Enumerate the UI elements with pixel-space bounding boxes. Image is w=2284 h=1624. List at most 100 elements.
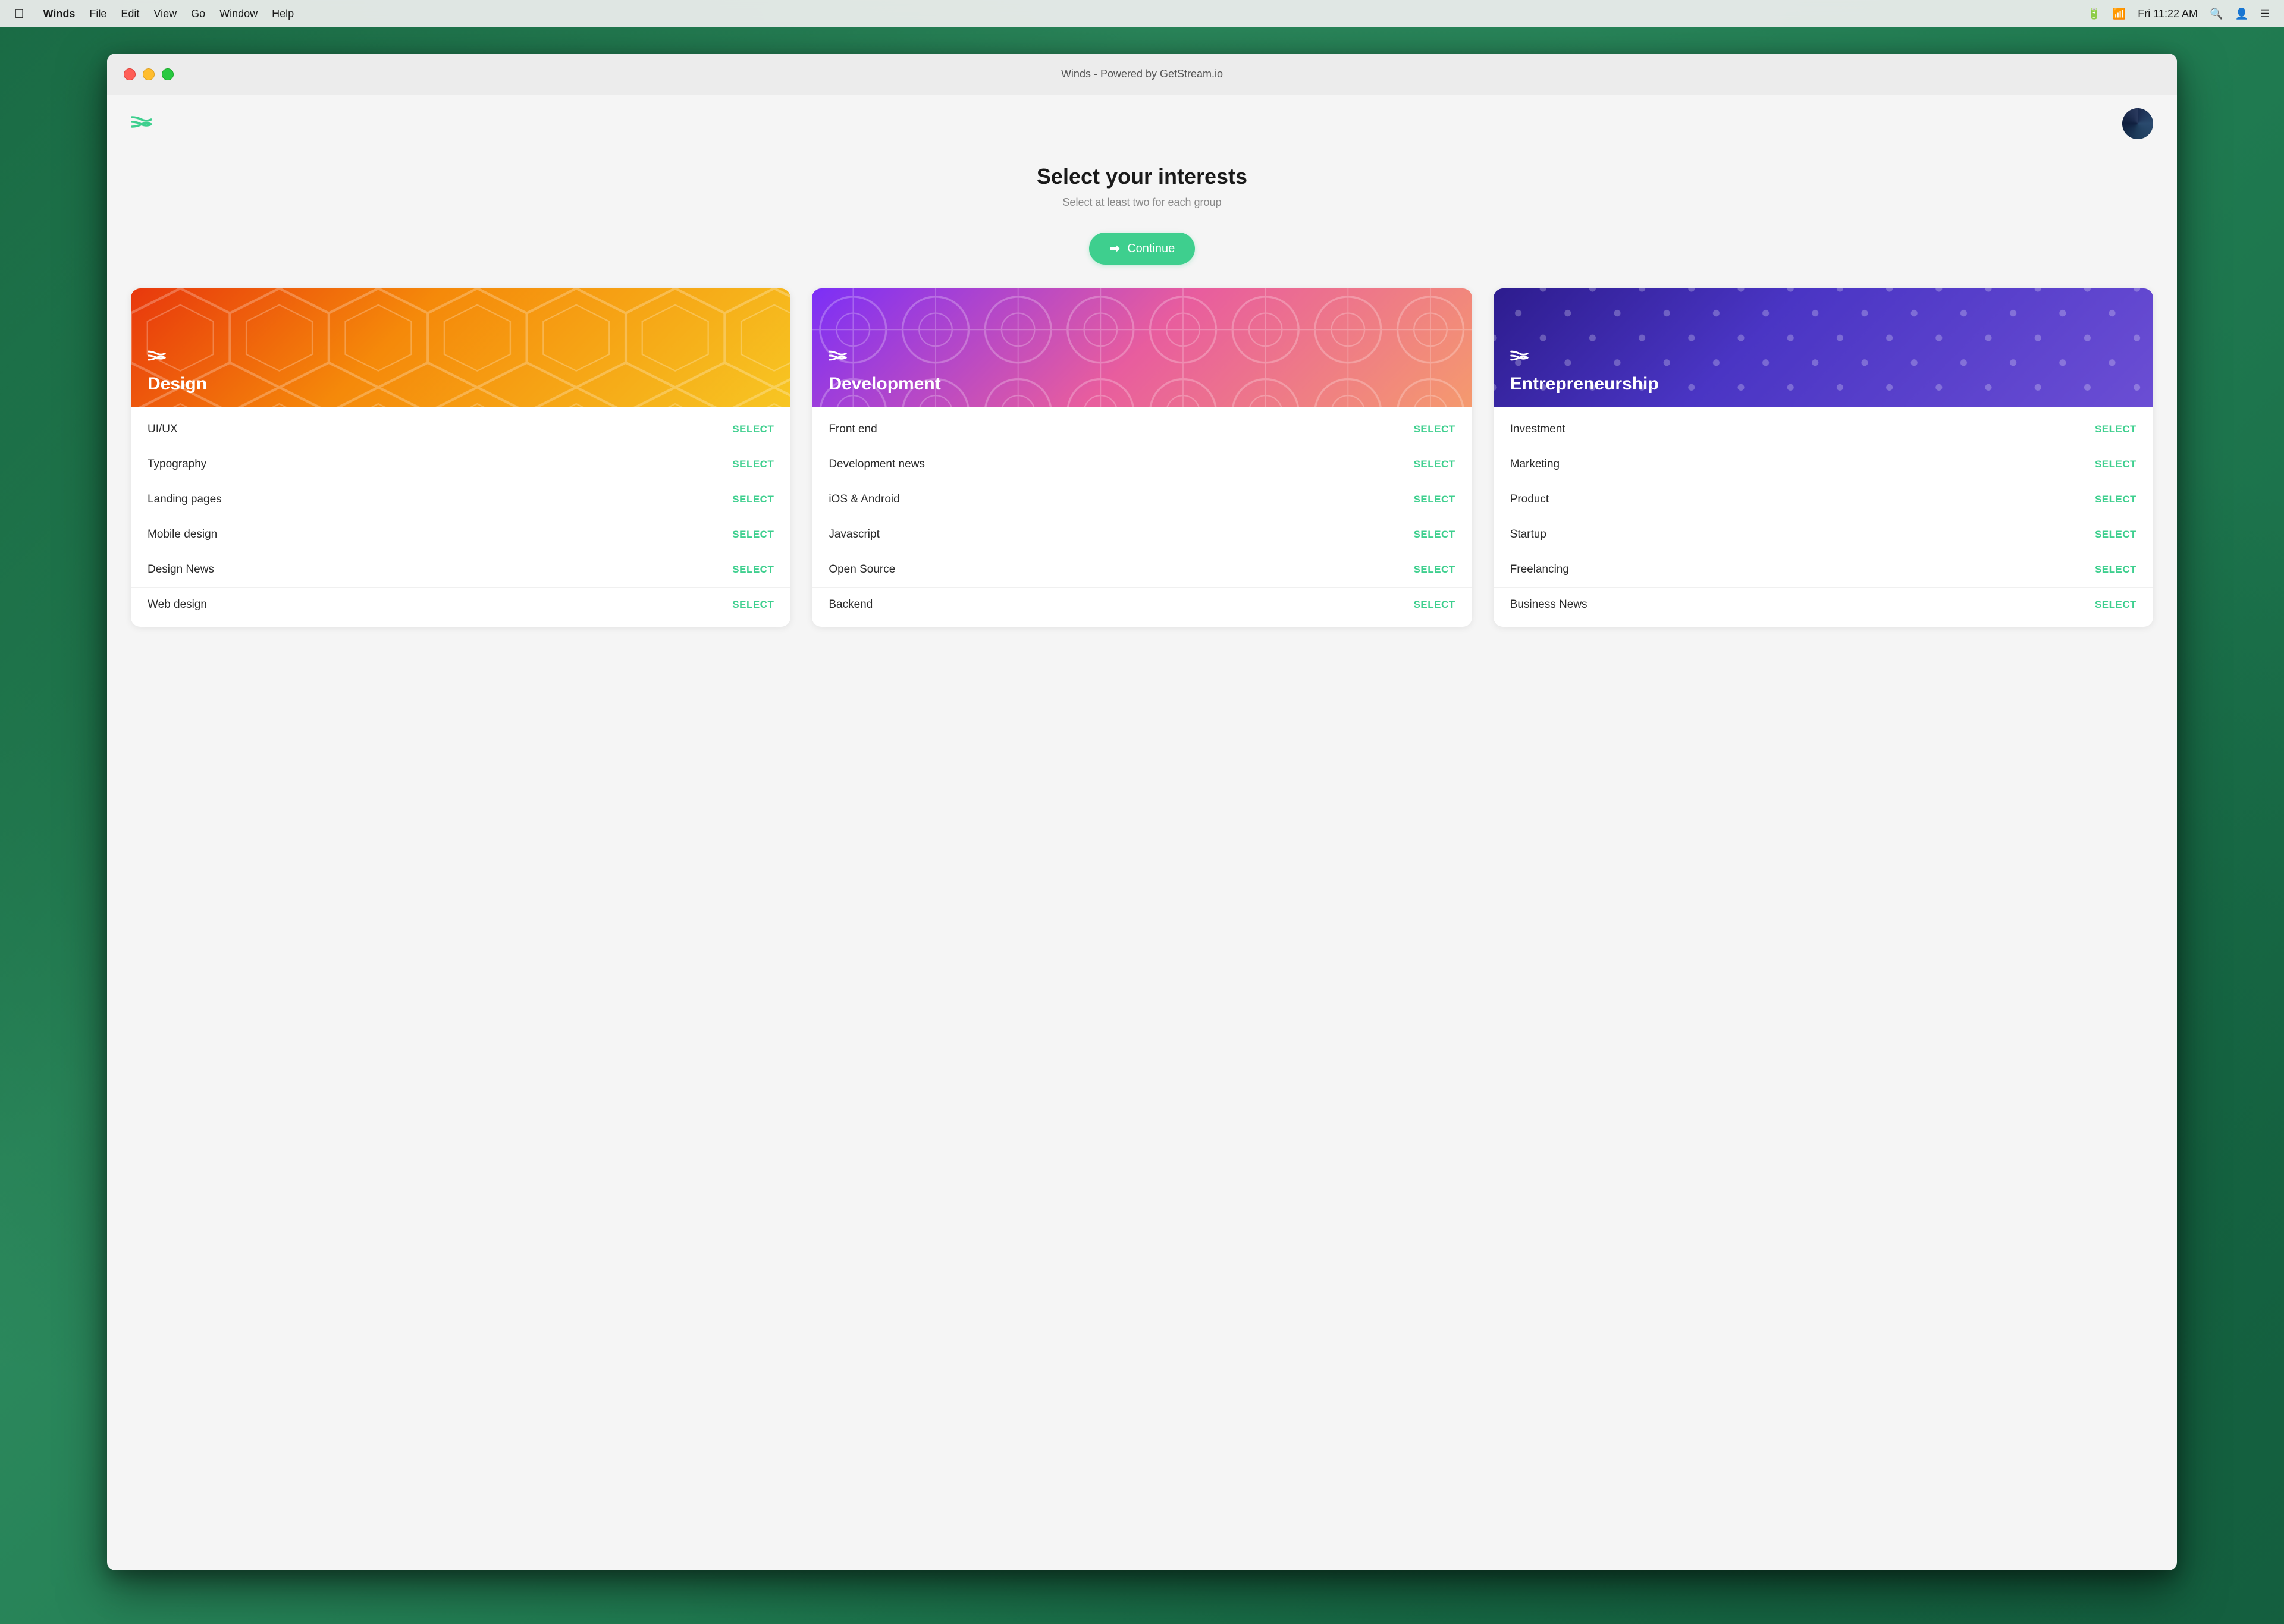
- select-button[interactable]: SELECT: [1414, 494, 1455, 505]
- design-card-header: Design: [131, 288, 790, 407]
- app-header: [107, 95, 2177, 152]
- item-label: Landing pages: [148, 493, 222, 506]
- select-button[interactable]: SELECT: [2095, 564, 2136, 576]
- development-card: Development Front end SELECT Development…: [812, 288, 1472, 627]
- menubar-help[interactable]: Help: [272, 8, 294, 20]
- select-button[interactable]: SELECT: [1414, 458, 1455, 470]
- list-item: Typography SELECT: [131, 447, 790, 482]
- menubar-winds[interactable]: Winds: [43, 8, 76, 20]
- menubar-right: 🔋 📶 Fri 11:22 AM 🔍 👤 ☰: [2087, 8, 2270, 20]
- list-item: Web design SELECT: [131, 588, 790, 622]
- item-label: Development news: [829, 458, 925, 471]
- menubar-left:  Winds File Edit View Go Window Help: [14, 6, 294, 21]
- list-item: Product SELECT: [1494, 482, 2153, 517]
- list-item: Business News SELECT: [1494, 588, 2153, 622]
- clock: Fri 11:22 AM: [2138, 8, 2198, 20]
- list-item: Open Source SELECT: [812, 552, 1472, 588]
- entrepreneurship-logo: [1510, 347, 2136, 368]
- item-label: Startup: [1510, 528, 1546, 541]
- list-item: Design News SELECT: [131, 552, 790, 588]
- apple-menu[interactable]: : [14, 6, 24, 21]
- battery-indicator: 🔋: [2087, 8, 2100, 20]
- select-button[interactable]: SELECT: [2095, 423, 2136, 435]
- close-button[interactable]: [124, 68, 136, 80]
- entrepreneurship-card-header: Entrepreneurship: [1494, 288, 2153, 407]
- entrepreneurship-items: Investment SELECT Marketing SELECT Produ…: [1494, 407, 2153, 627]
- continue-label: Continue: [1127, 242, 1175, 256]
- menubar-edit[interactable]: Edit: [121, 8, 139, 20]
- design-logo: [148, 347, 774, 368]
- continue-button[interactable]: ➡ Continue: [1089, 233, 1196, 265]
- item-label: Typography: [148, 458, 206, 471]
- select-button[interactable]: SELECT: [1414, 529, 1455, 541]
- menubar-window[interactable]: Window: [219, 8, 258, 20]
- user-icon[interactable]: 👤: [2235, 8, 2248, 20]
- wifi-indicator: 📶: [2113, 8, 2126, 20]
- select-button[interactable]: SELECT: [1414, 423, 1455, 435]
- select-button[interactable]: SELECT: [732, 529, 774, 541]
- app-logo[interactable]: [131, 112, 156, 136]
- development-items: Front end SELECT Development news SELECT…: [812, 407, 1472, 627]
- search-icon[interactable]: 🔍: [2210, 8, 2223, 20]
- item-label: Business News: [1510, 598, 1587, 611]
- list-item: Mobile design SELECT: [131, 517, 790, 552]
- menubar-go[interactable]: Go: [191, 8, 205, 20]
- titlebar: Winds - Powered by GetStream.io: [107, 54, 2177, 95]
- list-item: Marketing SELECT: [1494, 447, 2153, 482]
- item-label: Investment: [1510, 423, 1565, 436]
- page-subtitle: Select at least two for each group: [119, 196, 2165, 209]
- item-label: Front end: [829, 423, 877, 436]
- entrepreneurship-title: Entrepreneurship: [1510, 374, 2136, 394]
- app-content: Select your interests Select at least tw…: [107, 95, 2177, 1570]
- select-button[interactable]: SELECT: [2095, 458, 2136, 470]
- page-title: Select your interests: [119, 164, 2165, 189]
- select-button[interactable]: SELECT: [2095, 529, 2136, 541]
- item-label: Freelancing: [1510, 563, 1569, 576]
- item-label: Open Source: [829, 563, 895, 576]
- item-label: Backend: [829, 598, 873, 611]
- window-title: Winds - Powered by GetStream.io: [1061, 68, 1223, 80]
- continue-button-wrap: ➡ Continue: [107, 233, 2177, 265]
- entrepreneurship-card: Entrepreneurship Investment SELECT Marke…: [1494, 288, 2153, 627]
- list-item: Front end SELECT: [812, 412, 1472, 447]
- arrow-icon: ➡: [1109, 241, 1120, 256]
- avatar[interactable]: [2122, 108, 2153, 139]
- list-item: Backend SELECT: [812, 588, 1472, 622]
- item-label: Web design: [148, 598, 207, 611]
- list-item: Freelancing SELECT: [1494, 552, 2153, 588]
- list-item: Landing pages SELECT: [131, 482, 790, 517]
- item-label: UI/UX: [148, 423, 178, 436]
- maximize-button[interactable]: [162, 68, 174, 80]
- select-button[interactable]: SELECT: [2095, 494, 2136, 505]
- item-label: Javascript: [829, 528, 880, 541]
- list-item: UI/UX SELECT: [131, 412, 790, 447]
- design-card: Design UI/UX SELECT Typography SELECT La…: [131, 288, 790, 627]
- select-button[interactable]: SELECT: [1414, 564, 1455, 576]
- list-item: Javascript SELECT: [812, 517, 1472, 552]
- select-button[interactable]: SELECT: [732, 458, 774, 470]
- menubar-file[interactable]: File: [89, 8, 106, 20]
- select-button[interactable]: SELECT: [732, 599, 774, 611]
- select-button[interactable]: SELECT: [732, 564, 774, 576]
- design-title: Design: [148, 374, 774, 394]
- app-window: Winds - Powered by GetStream.io Select y…: [107, 54, 2177, 1570]
- development-title: Development: [829, 374, 1455, 394]
- design-items: UI/UX SELECT Typography SELECT Landing p…: [131, 407, 790, 627]
- menubar-view[interactable]: View: [153, 8, 177, 20]
- list-item: Investment SELECT: [1494, 412, 2153, 447]
- list-item: Development news SELECT: [812, 447, 1472, 482]
- minimize-button[interactable]: [143, 68, 155, 80]
- window-controls: [124, 68, 174, 80]
- select-button[interactable]: SELECT: [732, 494, 774, 505]
- page-title-section: Select your interests Select at least tw…: [107, 152, 2177, 227]
- select-button[interactable]: SELECT: [1414, 599, 1455, 611]
- select-button[interactable]: SELECT: [732, 423, 774, 435]
- item-label: Product: [1510, 493, 1549, 506]
- item-label: iOS & Android: [829, 493, 899, 506]
- list-item: Startup SELECT: [1494, 517, 2153, 552]
- menu-icon[interactable]: ☰: [2260, 8, 2270, 20]
- item-label: Marketing: [1510, 458, 1560, 471]
- select-button[interactable]: SELECT: [2095, 599, 2136, 611]
- item-label: Design News: [148, 563, 214, 576]
- menubar:  Winds File Edit View Go Window Help 🔋 …: [0, 0, 2284, 27]
